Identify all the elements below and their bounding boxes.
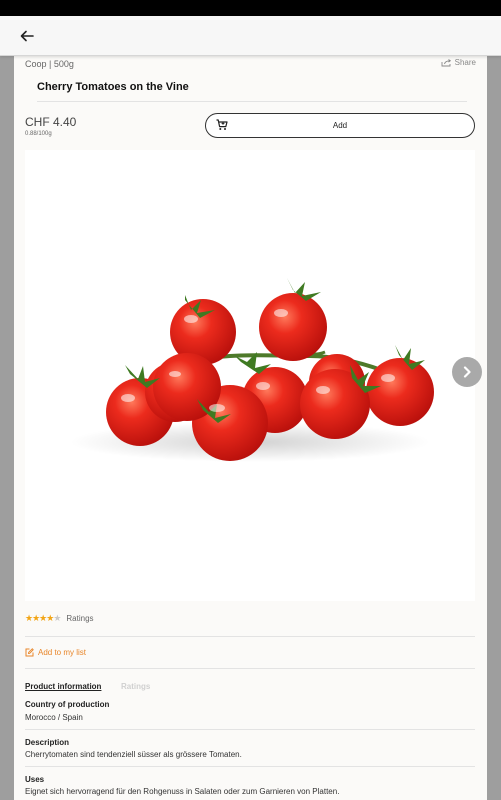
country-title: Country of production (25, 700, 110, 709)
arrow-left-icon (20, 30, 34, 42)
divider (25, 766, 475, 767)
status-bar (0, 0, 501, 16)
divider (25, 668, 475, 669)
chevron-right-icon (463, 366, 471, 378)
tab-product-information[interactable]: Product information (25, 682, 101, 691)
add-to-cart-button[interactable]: Add (205, 113, 475, 138)
share-icon (441, 58, 451, 66)
tomatoes-image (70, 278, 434, 462)
add-to-list-button[interactable]: Add to my list (25, 648, 86, 657)
background-panel-right (487, 56, 501, 800)
share-label: Share (454, 58, 476, 67)
rating-stars: ★ ★ ★ ★ ★ (25, 612, 61, 624)
description-title: Description (25, 738, 70, 747)
uses-title: Uses (25, 775, 45, 784)
divider (25, 729, 475, 730)
edit-icon (25, 648, 34, 657)
ratings-row[interactable]: ★ ★ ★ ★ ★ Ratings (25, 612, 94, 624)
add-button-label: Add (332, 121, 348, 130)
product-detail-sheet: Coop | 500g Share Cherry Tomatoes on the… (14, 56, 487, 800)
star-icon: ★ (25, 612, 33, 623)
star-icon: ★ (46, 612, 54, 623)
back-button[interactable] (16, 26, 38, 46)
price: CHF 4.40 (25, 115, 77, 129)
unit-price: 0.88/100g (25, 131, 52, 137)
background-panel-left (0, 56, 14, 800)
next-image-button[interactable] (452, 357, 482, 387)
divider (37, 101, 467, 102)
country-value: Morocco / Spain (25, 713, 83, 722)
product-image (25, 150, 475, 601)
product-title: Cherry Tomatoes on the Vine (37, 81, 189, 93)
add-to-list-label: Add to my list (38, 648, 87, 657)
app-bar (0, 16, 501, 56)
divider (25, 636, 475, 637)
share-button[interactable]: Share (441, 58, 476, 67)
star-icon: ★ (53, 612, 61, 623)
tab-ratings[interactable]: Ratings (121, 682, 150, 691)
ratings-label: Ratings (66, 613, 94, 623)
star-icon: ★ (39, 612, 47, 623)
uses-value: Eignet sich hervorragend für den Rohgenu… (25, 787, 340, 796)
star-icon: ★ (32, 612, 40, 623)
description-value: Cherrytomaten sind tendenziell süsser al… (25, 750, 242, 759)
brand-size-text: Coop | 500g (25, 59, 74, 69)
